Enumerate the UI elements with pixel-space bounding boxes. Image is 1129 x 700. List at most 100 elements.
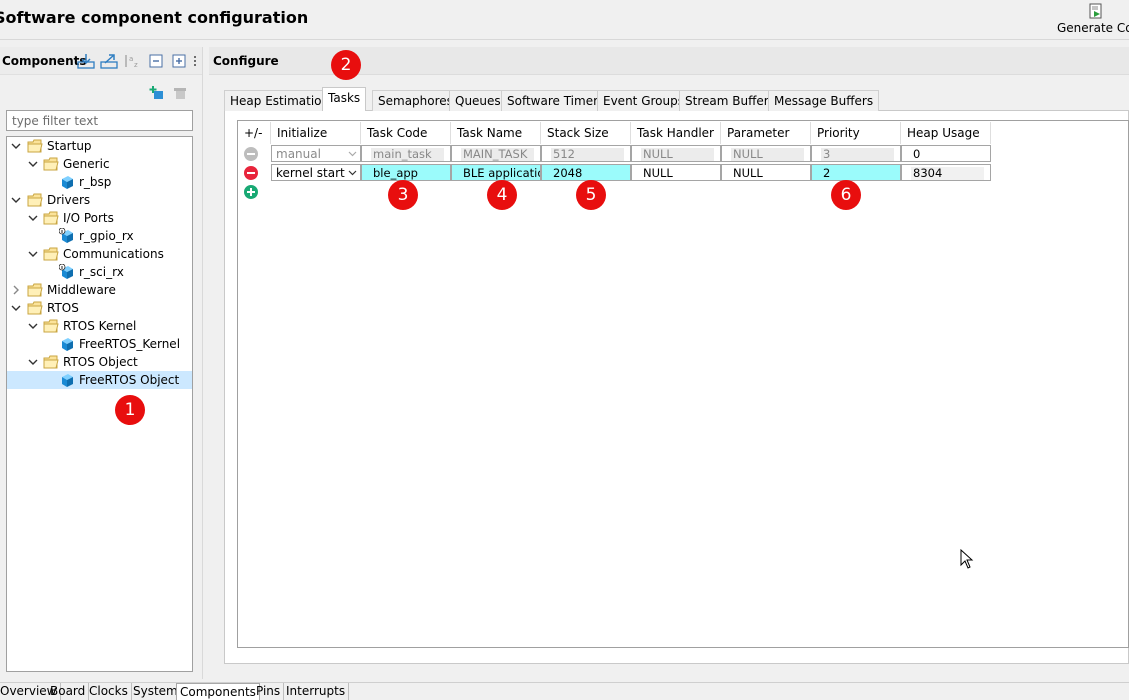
tree-item-freertos-object[interactable]: FreeRTOS Object	[7, 371, 192, 389]
column-header-task-code[interactable]: Task Code	[361, 122, 451, 144]
tree-item-io-ports[interactable]: I/O Ports	[7, 209, 192, 227]
task-handler-field[interactable]: NULL	[631, 164, 721, 181]
sort-az-icon[interactable]: a z	[123, 53, 141, 69]
generate-code-icon	[1089, 3, 1102, 19]
collapse-all-icon[interactable]	[147, 53, 165, 69]
generate-code-label: Generate Code	[1057, 21, 1129, 35]
tree-item-startup[interactable]: Startup	[7, 137, 192, 155]
tab-heap-estimation[interactable]: Heap Estimation	[224, 90, 336, 111]
tree-item-rtos[interactable]: RTOS	[7, 299, 192, 317]
task-code-field[interactable]: main_task	[361, 145, 451, 162]
chevron-down-icon[interactable]	[28, 213, 38, 223]
remove-row-button[interactable]	[244, 147, 258, 161]
column-header-task-name[interactable]: Task Name	[451, 122, 541, 144]
bottom-tab-pins[interactable]: Pins	[253, 683, 285, 700]
tree-item-r-sci-rx[interactable]: r_sci_rx	[7, 263, 192, 281]
chevron-right-icon[interactable]	[11, 285, 21, 295]
export-icon[interactable]	[100, 53, 118, 69]
priority-field[interactable]: 2	[811, 164, 901, 181]
chevron-down-icon[interactable]	[11, 303, 21, 313]
tree-item-communications[interactable]: Communications	[7, 245, 192, 263]
tree-item-drivers[interactable]: Drivers	[7, 191, 192, 209]
view-menu-icon[interactable]	[191, 53, 199, 69]
tab-event-groups[interactable]: Event Groups	[597, 90, 690, 111]
bottom-tab-system[interactable]: System	[130, 683, 182, 700]
annotation-marker-4: 4	[487, 180, 517, 210]
tree-item-rtos-object[interactable]: RTOS Object	[7, 353, 192, 371]
tree-item-r-gpio-rx[interactable]: r_gpio_rx	[7, 227, 192, 245]
task-name-field[interactable]: MAIN_TASK	[451, 145, 541, 162]
remove-row-button[interactable]	[244, 166, 258, 180]
filter-input[interactable]	[6, 110, 193, 131]
stack-size-field[interactable]: 2048	[541, 164, 631, 181]
column-header-priority[interactable]: Priority	[811, 122, 901, 144]
folder-icon	[43, 157, 59, 171]
bottom-tab-components[interactable]: Components	[176, 683, 260, 700]
bottom-tab-board[interactable]: Board	[47, 683, 90, 700]
task-handler-value: NULL	[641, 167, 714, 180]
chevron-down-icon[interactable]	[348, 149, 357, 158]
tab-queues[interactable]: Queues	[449, 90, 507, 111]
tree-item-label: Communications	[63, 247, 164, 261]
folder-icon	[43, 211, 59, 225]
add-component-icon[interactable]	[149, 85, 165, 101]
column-header-heap-usage[interactable]: Heap Usage	[901, 122, 991, 144]
chevron-down-icon[interactable]	[28, 159, 38, 169]
component-cube-icon	[62, 374, 73, 387]
task-handler-value: NULL	[641, 148, 714, 161]
chevron-down-icon[interactable]	[348, 168, 357, 177]
chevron-down-icon[interactable]	[28, 249, 38, 259]
expand-all-icon[interactable]	[170, 53, 188, 69]
svg-text:a: a	[129, 55, 133, 63]
tree-item-label: Middleware	[47, 283, 116, 297]
generate-code-button[interactable]: Generate Code	[1055, 3, 1129, 37]
tasks-table	[237, 120, 1129, 648]
chevron-down-icon[interactable]	[11, 141, 21, 151]
task-handler-field[interactable]: NULL	[631, 145, 721, 162]
initialize-value: kernel start	[276, 166, 345, 180]
component-cube-icon	[62, 338, 73, 351]
annotation-marker-5: 5	[576, 180, 606, 210]
parameter-field[interactable]: NULL	[721, 164, 811, 181]
task-code-field[interactable]: ble_app	[361, 164, 451, 181]
annotation-marker-2: 2	[331, 50, 361, 80]
chevron-down-icon[interactable]	[28, 357, 38, 367]
bottom-tab-interrupts[interactable]: Interrupts	[283, 683, 350, 700]
tree-item-r-bsp[interactable]: r_bsp	[7, 173, 192, 191]
initialize-combo[interactable]: manual	[271, 145, 361, 162]
column-header-initialize[interactable]: Initialize	[271, 122, 361, 144]
component-tree[interactable]: Startup Generic r_bsp Drivers I/O Ports …	[6, 136, 193, 672]
stack-size-field[interactable]: 512	[541, 145, 631, 162]
tree-item-middleware[interactable]: Middleware	[7, 281, 192, 299]
tab-semaphores[interactable]: Semaphores	[372, 90, 459, 111]
tree-item-label: RTOS Object	[63, 355, 138, 369]
chevron-down-icon[interactable]	[11, 195, 21, 205]
configure-title: Configure	[213, 54, 279, 68]
parameter-value: NULL	[731, 167, 804, 180]
add-row-button[interactable]	[244, 185, 258, 199]
tree-item-freertos-kernel[interactable]: FreeRTOS_Kernel	[7, 335, 192, 353]
task-name-field[interactable]: BLE applicatio	[451, 164, 541, 181]
column-header-task-handler[interactable]: Task Handler	[631, 122, 721, 144]
parameter-value: NULL	[731, 148, 804, 161]
tree-item-label: Startup	[47, 139, 92, 153]
tree-item-generic[interactable]: Generic	[7, 155, 192, 173]
tab-stream-buffers[interactable]: Stream Buffers	[679, 90, 781, 111]
chevron-down-icon[interactable]	[28, 321, 38, 331]
tab-tasks[interactable]: Tasks	[322, 87, 367, 111]
tab-software-timers[interactable]: Software Timers	[501, 90, 611, 111]
column-header-parameter[interactable]: Parameter	[721, 122, 811, 144]
tab-message-buffers[interactable]: Message Buffers	[768, 90, 880, 111]
tree-item-label: r_gpio_rx	[79, 229, 134, 243]
parameter-field[interactable]: NULL	[721, 145, 811, 162]
folder-icon	[27, 193, 43, 207]
remove-component-icon[interactable]	[172, 85, 188, 101]
tree-item-rtos-kernel[interactable]: RTOS Kernel	[7, 317, 192, 335]
import-icon[interactable]	[77, 53, 95, 69]
components-title: Components	[2, 54, 87, 68]
priority-field[interactable]: 3	[811, 145, 901, 162]
initialize-combo[interactable]: kernel start	[271, 164, 361, 181]
column-header-stack-size[interactable]: Stack Size	[541, 122, 631, 144]
stack-size-value: 512	[551, 148, 624, 161]
bottom-tab-clocks[interactable]: Clocks	[86, 683, 132, 700]
